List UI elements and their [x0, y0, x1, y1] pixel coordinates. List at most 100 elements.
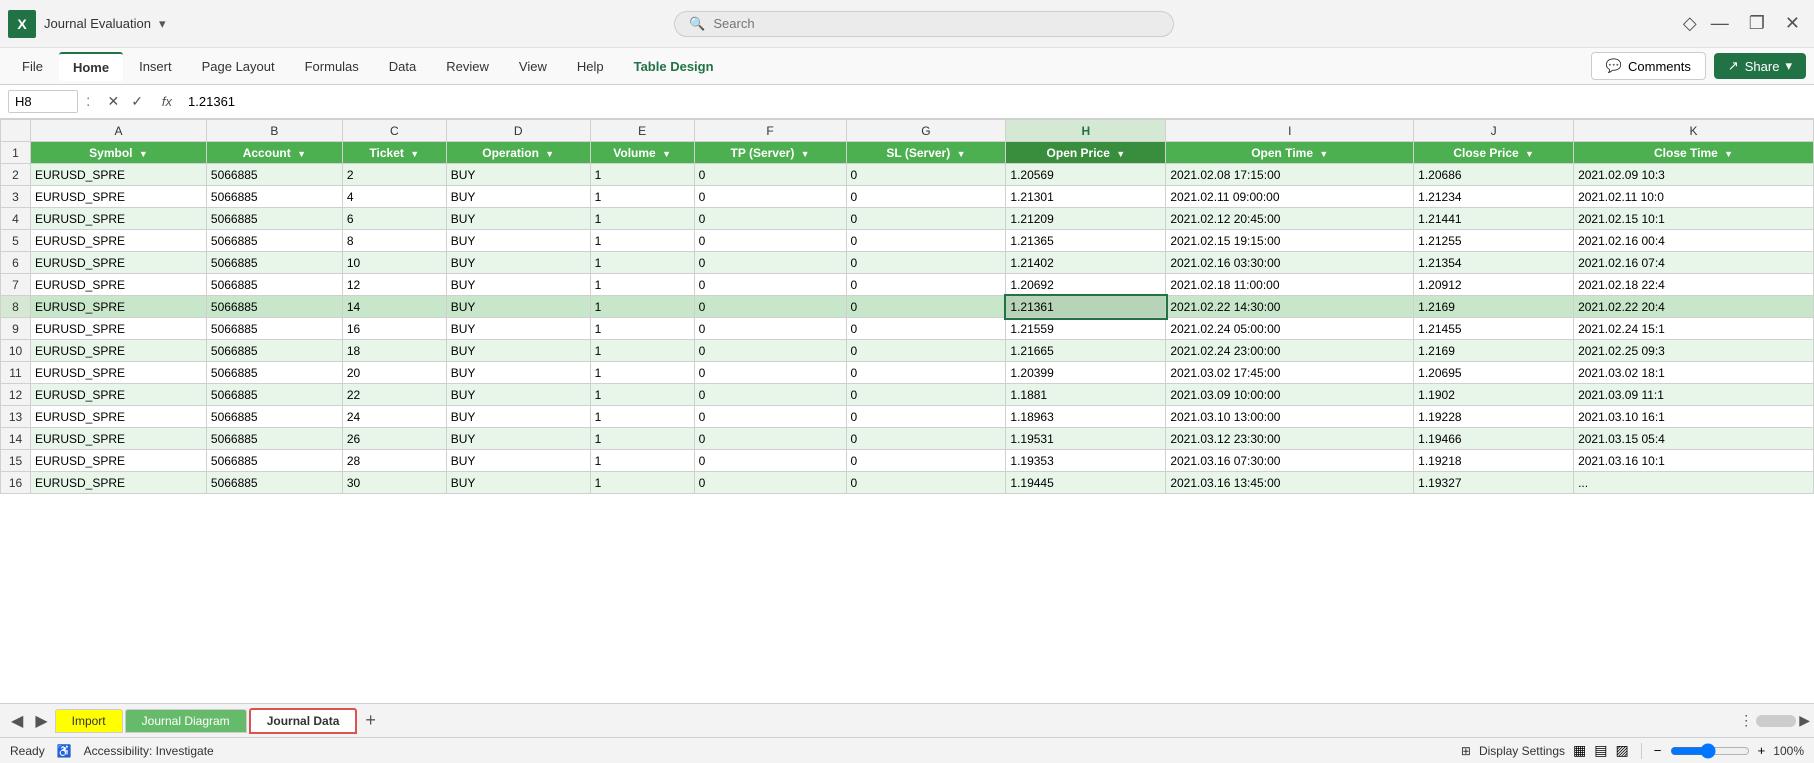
view-page-button[interactable]: ▨: [1615, 742, 1628, 759]
cell-9-H[interactable]: 1.21559: [1006, 318, 1166, 340]
cell-16-B[interactable]: 5066885: [206, 472, 342, 494]
cell-6-I[interactable]: 2021.02.16 03:30:00: [1166, 252, 1414, 274]
cell-3-C[interactable]: 4: [342, 186, 446, 208]
cell-15-B[interactable]: 5066885: [206, 450, 342, 472]
cell-12-G[interactable]: 0: [846, 384, 1006, 406]
cell-10-I[interactable]: 2021.02.24 23:00:00: [1166, 340, 1414, 362]
cell-12-D[interactable]: BUY: [446, 384, 590, 406]
header-close-time[interactable]: Close Time ▼: [1574, 142, 1814, 164]
cell-12-I[interactable]: 2021.03.09 10:00:00: [1166, 384, 1414, 406]
zoom-in-button[interactable]: +: [1758, 743, 1766, 758]
cell-13-F[interactable]: 0: [694, 406, 846, 428]
cell-9-E[interactable]: 1: [590, 318, 694, 340]
cell-3-E[interactable]: 1: [590, 186, 694, 208]
cell-13-G[interactable]: 0: [846, 406, 1006, 428]
header-ticket[interactable]: Ticket ▼: [342, 142, 446, 164]
restore-button[interactable]: ❐: [1743, 11, 1771, 36]
cell-5-B[interactable]: 5066885: [206, 230, 342, 252]
cell-7-B[interactable]: 5066885: [206, 274, 342, 296]
cell-6-D[interactable]: BUY: [446, 252, 590, 274]
cell-9-G[interactable]: 0: [846, 318, 1006, 340]
cell-3-F[interactable]: 0: [694, 186, 846, 208]
cell-15-E[interactable]: 1: [590, 450, 694, 472]
cell-13-C[interactable]: 24: [342, 406, 446, 428]
header-volume[interactable]: Volume ▼: [590, 142, 694, 164]
cell-13-E[interactable]: 1: [590, 406, 694, 428]
cell-10-H[interactable]: 1.21665: [1006, 340, 1166, 362]
tab-review[interactable]: Review: [432, 53, 503, 80]
cell-8-D[interactable]: BUY: [446, 296, 590, 318]
search-box[interactable]: 🔍: [674, 11, 1174, 37]
cell-5-I[interactable]: 2021.02.15 19:15:00: [1166, 230, 1414, 252]
zoom-slider[interactable]: [1670, 743, 1750, 759]
tab-data[interactable]: Data: [375, 53, 430, 80]
cell-6-G[interactable]: 0: [846, 252, 1006, 274]
cell-3-G[interactable]: 0: [846, 186, 1006, 208]
tab-file[interactable]: File: [8, 53, 57, 80]
cell-14-G[interactable]: 0: [846, 428, 1006, 450]
cell-5-C[interactable]: 8: [342, 230, 446, 252]
cell-4-E[interactable]: 1: [590, 208, 694, 230]
cell-5-G[interactable]: 0: [846, 230, 1006, 252]
cell-15-I[interactable]: 2021.03.16 07:30:00: [1166, 450, 1414, 472]
col-header-f[interactable]: F: [694, 120, 846, 142]
sheet-tab-journal-diagram[interactable]: Journal Diagram: [125, 709, 247, 733]
cell-4-C[interactable]: 6: [342, 208, 446, 230]
cell-14-D[interactable]: BUY: [446, 428, 590, 450]
cell-16-K[interactable]: ...: [1574, 472, 1814, 494]
cell-16-H[interactable]: 1.19445: [1006, 472, 1166, 494]
cell-11-J[interactable]: 1.20695: [1414, 362, 1574, 384]
col-header-d[interactable]: D: [446, 120, 590, 142]
search-input[interactable]: [713, 16, 1159, 31]
cell-6-B[interactable]: 5066885: [206, 252, 342, 274]
cell-12-K[interactable]: 2021.03.09 11:1: [1574, 384, 1814, 406]
cell-11-E[interactable]: 1: [590, 362, 694, 384]
cell-13-I[interactable]: 2021.03.10 13:00:00: [1166, 406, 1414, 428]
cell-2-B[interactable]: 5066885: [206, 164, 342, 186]
cell-16-G[interactable]: 0: [846, 472, 1006, 494]
view-normal-button[interactable]: ▦: [1573, 742, 1586, 759]
formula-cancel-button[interactable]: ✕: [102, 91, 124, 112]
cell-15-H[interactable]: 1.19353: [1006, 450, 1166, 472]
cell-8-H[interactable]: 1.21361: [1006, 296, 1166, 318]
cell-8-J[interactable]: 1.2169: [1414, 296, 1574, 318]
cell-16-C[interactable]: 30: [342, 472, 446, 494]
cell-8-B[interactable]: 5066885: [206, 296, 342, 318]
sheet-prev-button[interactable]: ◀: [6, 709, 28, 733]
cell-4-D[interactable]: BUY: [446, 208, 590, 230]
cell-8-E[interactable]: 1: [590, 296, 694, 318]
cell-3-I[interactable]: 2021.02.11 09:00:00: [1166, 186, 1414, 208]
cell-16-F[interactable]: 0: [694, 472, 846, 494]
tab-help[interactable]: Help: [563, 53, 618, 80]
cell-15-C[interactable]: 28: [342, 450, 446, 472]
cell-12-E[interactable]: 1: [590, 384, 694, 406]
cell-10-J[interactable]: 1.2169: [1414, 340, 1574, 362]
cell-14-C[interactable]: 26: [342, 428, 446, 450]
accessibility-label[interactable]: Accessibility: Investigate: [84, 744, 214, 758]
cell-7-J[interactable]: 1.20912: [1414, 274, 1574, 296]
header-open-price[interactable]: Open Price ▼: [1006, 142, 1166, 164]
cell-2-E[interactable]: 1: [590, 164, 694, 186]
cell-9-C[interactable]: 16: [342, 318, 446, 340]
col-header-b[interactable]: B: [206, 120, 342, 142]
cell-2-D[interactable]: BUY: [446, 164, 590, 186]
cell-14-H[interactable]: 1.19531: [1006, 428, 1166, 450]
sheet-tab-journal-data[interactable]: Journal Data: [249, 708, 358, 734]
cell-14-A[interactable]: EURUSD_SPRE: [31, 428, 207, 450]
minimize-button[interactable]: —: [1705, 11, 1735, 36]
cell-10-K[interactable]: 2021.02.25 09:3: [1574, 340, 1814, 362]
cell-2-K[interactable]: 2021.02.09 10:3: [1574, 164, 1814, 186]
cell-3-A[interactable]: EURUSD_SPRE: [31, 186, 207, 208]
tab-view[interactable]: View: [505, 53, 561, 80]
add-sheet-button[interactable]: +: [359, 708, 382, 733]
display-settings-icon[interactable]: ⊞: [1461, 744, 1471, 758]
cell-11-C[interactable]: 20: [342, 362, 446, 384]
cell-11-K[interactable]: 2021.03.02 18:1: [1574, 362, 1814, 384]
sheet-tab-import[interactable]: Import: [55, 709, 123, 733]
formula-confirm-button[interactable]: ✓: [126, 91, 148, 112]
cell-5-E[interactable]: 1: [590, 230, 694, 252]
cell-9-I[interactable]: 2021.02.24 05:00:00: [1166, 318, 1414, 340]
sheet-scroll-slider[interactable]: [1756, 715, 1796, 727]
cell-8-I[interactable]: 2021.02.22 14:30:00: [1166, 296, 1414, 318]
sheet-next-button[interactable]: ▶: [30, 709, 52, 733]
